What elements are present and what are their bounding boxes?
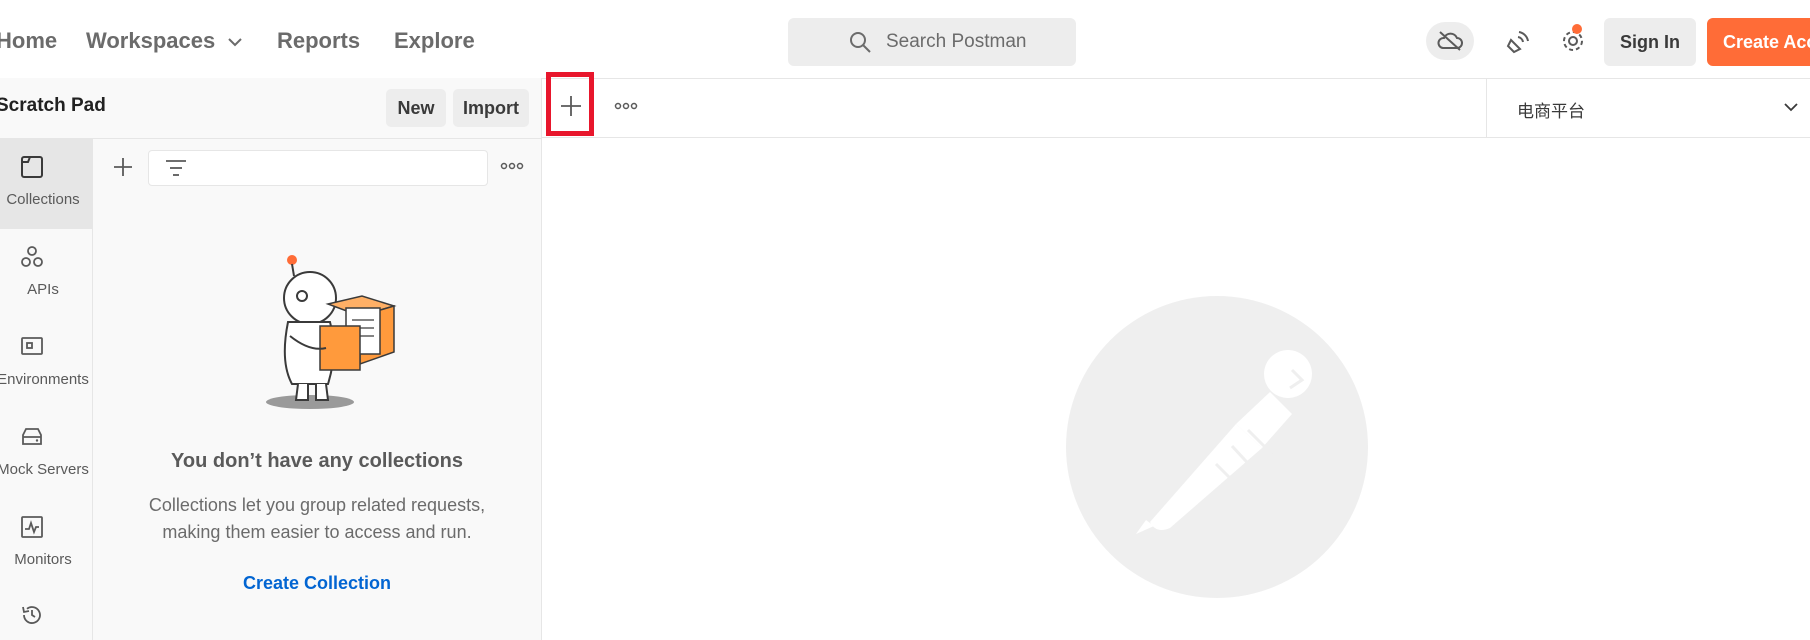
filter-input[interactable]	[148, 150, 488, 186]
add-collection-button[interactable]	[112, 156, 134, 178]
empty-state-title: You don’t have any collections	[171, 450, 463, 472]
search-icon	[850, 32, 871, 53]
import-button[interactable]: Import	[453, 89, 529, 127]
nav-explore[interactable]: Explore	[394, 28, 475, 54]
new-button[interactable]: New	[386, 89, 446, 127]
monitors-icon	[21, 516, 43, 538]
workspace-name[interactable]: Scratch Pad	[0, 95, 106, 117]
filter-icon	[166, 160, 186, 176]
sidebar-item-label: Monitors	[14, 551, 72, 568]
sidebar: Scratch Pad New Import Collections APIs	[0, 78, 542, 640]
notification-dot	[1572, 24, 1582, 34]
postman-logo-icon	[1066, 296, 1368, 598]
sidebar-item-label: Collections	[6, 191, 80, 208]
nav-workspaces-label: Workspaces	[86, 28, 216, 53]
satellite-icon[interactable]	[1506, 28, 1532, 54]
create-collection-link[interactable]: Create Collection	[92, 573, 542, 594]
sidebar-item-label: Mock Servers	[0, 461, 89, 478]
sync-status-button[interactable]	[1426, 22, 1474, 60]
nav-home[interactable]: Home	[0, 28, 57, 54]
mock-servers-icon	[22, 428, 42, 445]
sidebar-item-apis[interactable]: APIs	[0, 229, 92, 319]
sidebar-item-label: Environments	[0, 371, 89, 388]
top-bar: Home Workspaces Reports Explore Search P…	[0, 0, 1810, 79]
collections-icon	[21, 156, 43, 178]
sidebar-header: Scratch Pad New Import	[0, 78, 541, 139]
cloud-off-icon	[1437, 31, 1463, 51]
sidebar-item-environments[interactable]: Environments	[0, 319, 92, 409]
empty-collections-illustration	[266, 255, 397, 409]
search-input[interactable]: Search Postman	[788, 18, 1076, 66]
more-options-icon[interactable]	[500, 162, 524, 170]
chevron-down-icon	[1784, 103, 1798, 112]
sidebar-item-collections[interactable]: Collections	[0, 139, 92, 229]
environment-name: 电商平台	[1517, 102, 1585, 121]
sign-in-button[interactable]: Sign In	[1604, 18, 1696, 66]
sidebar-item-mock-servers[interactable]: Mock Servers	[0, 409, 92, 499]
tab-options-icon[interactable]	[614, 102, 638, 110]
sidebar-item-monitors[interactable]: Monitors	[0, 499, 92, 589]
environment-selector[interactable]: 电商平台	[1486, 79, 1810, 137]
sign-in-label: Sign In	[1620, 32, 1680, 52]
nav-workspaces[interactable]: Workspaces	[86, 28, 243, 54]
environments-icon	[21, 337, 43, 355]
create-account-label: Create Account	[1723, 32, 1810, 52]
nav-reports[interactable]: Reports	[277, 28, 360, 54]
chevron-down-icon	[228, 38, 243, 47]
history-icon	[22, 606, 41, 624]
create-account-button[interactable]: Create Account	[1707, 18, 1810, 66]
sidebar-icon-rail: Collections APIs Environments Mock Serve…	[0, 139, 93, 640]
sidebar-item-history[interactable]	[0, 589, 92, 640]
sidebar-item-label: APIs	[27, 281, 59, 298]
apis-icon	[21, 246, 43, 267]
search-placeholder: Search Postman	[886, 31, 1027, 52]
new-tab-button[interactable]	[560, 95, 582, 117]
empty-state-description: Collections let you group related reques…	[148, 495, 486, 542]
